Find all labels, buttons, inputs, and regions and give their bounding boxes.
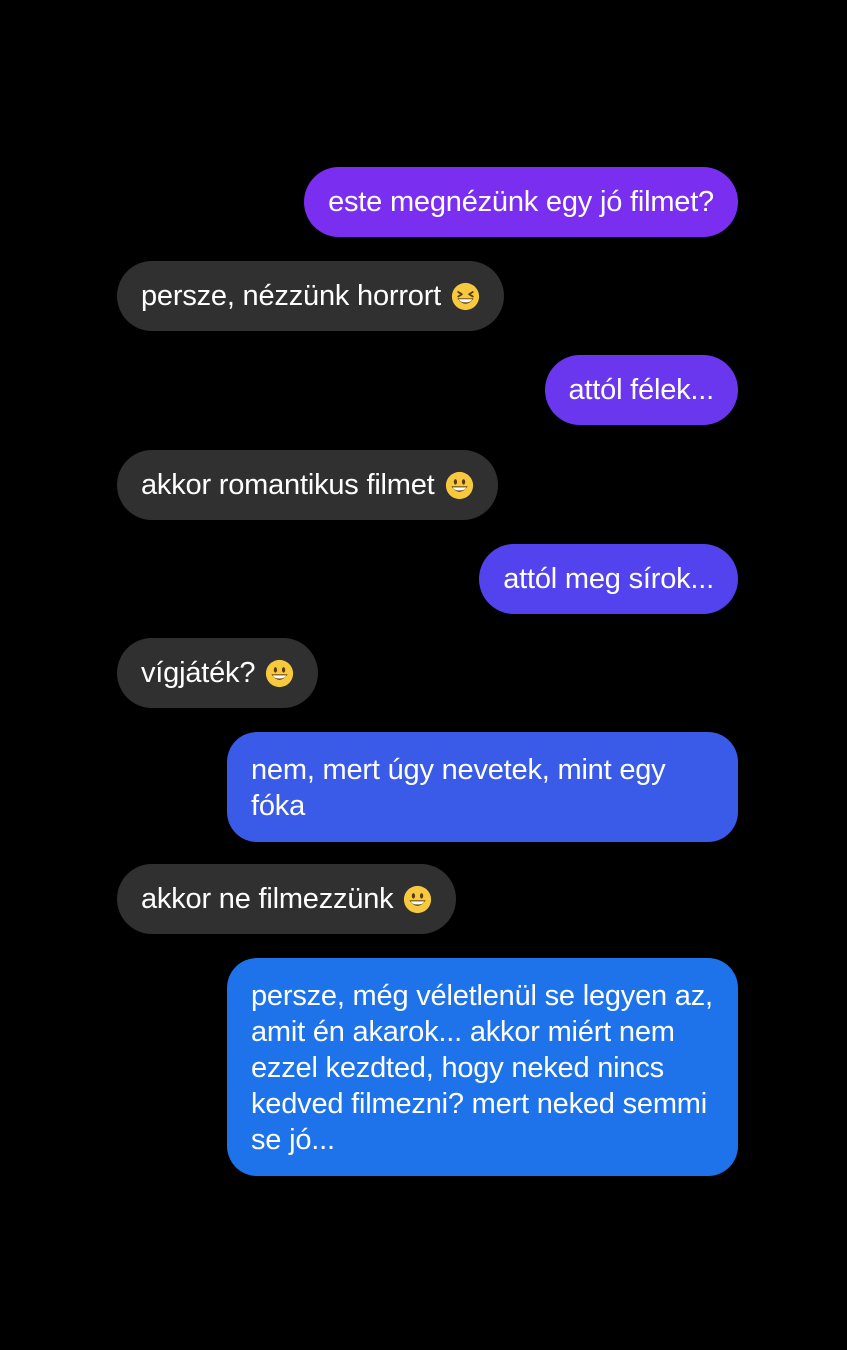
- message-text: attól félek...: [568, 374, 715, 406]
- message-text: akkor ne filmezzünk: [141, 883, 394, 915]
- message-incoming[interactable]: persze, nézzünk horrort: [117, 261, 505, 331]
- message-text: attól meg sírok...: [503, 563, 714, 595]
- message-text: nem, mert úgy nevetek, mint egy fóka: [251, 754, 666, 822]
- message-outgoing[interactable]: este megnézünk egy jó filmet?: [304, 167, 738, 237]
- message-text: este megnézünk egy jó filmet?: [328, 186, 714, 218]
- message-text: persze, nézzünk horrort: [141, 280, 442, 312]
- message-outgoing[interactable]: attól meg sírok...: [479, 544, 738, 614]
- message-incoming[interactable]: akkor romantikus filmet: [117, 450, 498, 520]
- message-outgoing[interactable]: nem, mert úgy nevetek, mint egy fóka: [227, 732, 738, 842]
- message-text: vígjáték?: [141, 657, 256, 689]
- grinning-face-icon: [445, 471, 474, 500]
- message-outgoing[interactable]: attól félek...: [544, 355, 738, 425]
- grinning-face-icon: [403, 885, 432, 914]
- message-outgoing[interactable]: persze, még véletlenül se legyen az, ami…: [227, 958, 738, 1176]
- chat-thread: este megnézünk egy jó filmet? persze, né…: [0, 0, 847, 1350]
- message-text: akkor romantikus filmet: [141, 469, 435, 501]
- grinning-squinting-face-icon: [451, 282, 480, 311]
- message-incoming[interactable]: vígjáték?: [117, 638, 319, 708]
- grinning-face-icon: [265, 659, 294, 688]
- message-text: persze, még véletlenül se legyen az, ami…: [251, 980, 713, 1156]
- message-incoming[interactable]: akkor ne filmezzünk: [117, 864, 457, 934]
